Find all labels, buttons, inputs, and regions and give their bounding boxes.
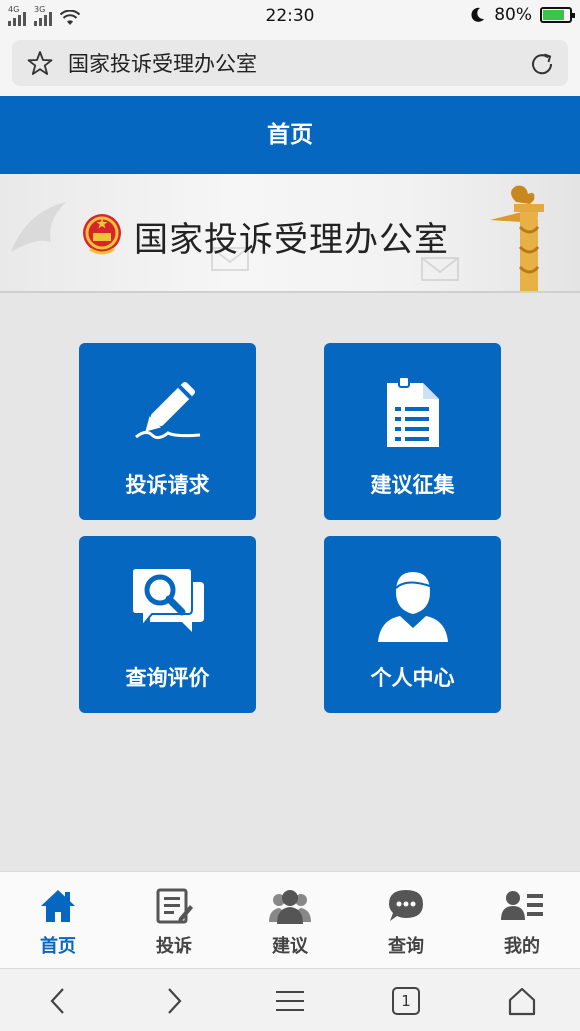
bookmark-star-icon[interactable]	[26, 49, 54, 77]
browser-toolbar: 1	[0, 968, 580, 1031]
nav-mine[interactable]: 我的	[464, 872, 580, 969]
home-icon	[41, 890, 75, 922]
back-button[interactable]	[0, 969, 116, 1031]
reload-icon[interactable]	[528, 50, 556, 78]
nav-label: 我的	[504, 936, 540, 957]
menu-icon	[276, 990, 304, 1011]
moon-icon	[471, 7, 485, 22]
tabs-button[interactable]: 1	[348, 969, 464, 1031]
status-bar: 4G 3G 22:30 80%	[0, 0, 580, 32]
tile-label: 查询评价	[125, 666, 210, 690]
nav-label: 投诉	[156, 936, 192, 957]
complaint-request-tile[interactable]: 投诉请求	[79, 343, 256, 520]
personal-center-tile[interactable]: 个人中心	[324, 536, 501, 713]
battery-icon	[540, 7, 575, 23]
bottom-nav: 首页 投诉 建议 查询 我的	[0, 871, 580, 968]
group-icon	[269, 890, 311, 924]
banner-title: 国家投诉受理办公室	[134, 220, 449, 260]
menu-button[interactable]	[232, 969, 348, 1031]
query-evaluate-tile[interactable]: 查询评价	[79, 536, 256, 713]
page-header: 首页	[0, 96, 580, 174]
nav-label: 建议	[272, 936, 308, 957]
pen-icon	[134, 381, 200, 440]
user-icon	[377, 572, 448, 642]
nav-suggestion[interactable]: 建议	[232, 872, 348, 969]
tile-label: 投诉请求	[125, 473, 210, 497]
address-field[interactable]: 国家投诉受理办公室	[12, 40, 568, 86]
suggestion-collect-tile[interactable]: 建议征集	[324, 343, 501, 520]
tile-label: 个人中心	[370, 666, 455, 690]
search-chat-icon	[130, 568, 204, 632]
nav-complaint[interactable]: 投诉	[116, 872, 232, 969]
dove-decoration-icon	[11, 202, 66, 252]
nav-home[interactable]: 首页	[0, 872, 116, 969]
browser-url-bar: 国家投诉受理办公室	[0, 32, 580, 96]
page-url-title: 国家投诉受理办公室	[68, 52, 257, 76]
nav-query[interactable]: 查询	[348, 872, 464, 969]
national-emblem-icon	[83, 214, 121, 255]
tab-count: 1	[392, 986, 420, 1015]
home-button[interactable]	[464, 969, 580, 1031]
chevron-left-icon	[50, 987, 64, 1014]
nav-label: 查询	[388, 936, 424, 957]
chat-icon	[389, 890, 423, 921]
profile-list-icon	[501, 891, 543, 920]
tile-label: 建议征集	[370, 473, 455, 497]
battery-fill	[543, 10, 564, 20]
battery-percent: 80%	[494, 5, 532, 25]
edit-icon	[156, 888, 193, 924]
status-right: 80%	[468, 5, 575, 25]
document-icon	[386, 376, 439, 447]
banner: 国家投诉受理办公室	[0, 174, 580, 293]
huabiao-pillar-icon	[490, 185, 572, 291]
page-title: 首页	[267, 122, 313, 148]
forward-button[interactable]	[116, 969, 232, 1031]
nav-label: 首页	[40, 936, 76, 957]
chevron-right-icon	[168, 987, 182, 1014]
browser-home-icon	[508, 987, 536, 1015]
